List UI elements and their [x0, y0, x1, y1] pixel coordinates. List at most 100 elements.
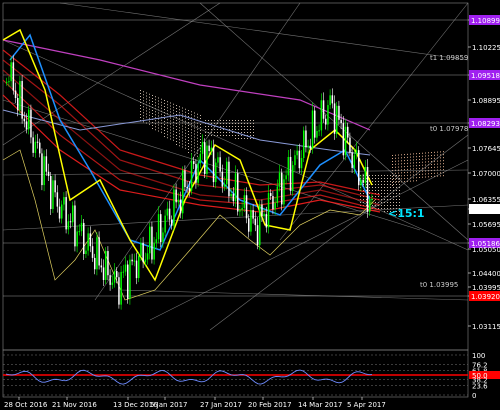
cloud-dot [194, 142, 195, 144]
candle-body [91, 246, 94, 258]
cloud-dot [176, 123, 177, 124]
cloud-dot [220, 129, 221, 130]
trendline [119, 289, 469, 301]
candle-body [327, 105, 329, 125]
candle-body [19, 81, 21, 111]
cloud-dot [413, 153, 414, 155]
cloud-dot [393, 175, 394, 176]
cloud-dot [164, 130, 165, 131]
candle-body [72, 205, 74, 223]
cloud-dot [170, 138, 171, 140]
cloud-dot [384, 184, 385, 185]
time-label: 28 Oct 2016 [4, 401, 48, 409]
cloud-dot [176, 135, 177, 136]
cloud-dot [146, 122, 147, 124]
cloud-dot [434, 154, 435, 156]
cloud-dot [205, 126, 206, 127]
cloud-dot [223, 132, 224, 133]
cloud-dot [413, 162, 414, 164]
cloud-dot [194, 112, 195, 114]
cloud-dot [173, 127, 174, 129]
cloud-dot [434, 172, 435, 174]
cloud-dot [185, 117, 186, 119]
cloud-dot [247, 138, 248, 139]
cloud-dot [396, 202, 397, 203]
candle-body [52, 180, 54, 210]
cloud-dot [375, 202, 376, 203]
cloud-dot [176, 141, 177, 142]
chart-window[interactable]: 1.10899 1.10225 1.09518 1.08895 1.08293 1.076… [0, 0, 500, 410]
cloud-dot [238, 126, 239, 127]
candle-body [197, 163, 199, 183]
cloud-dot [226, 126, 227, 127]
cloud-dot [398, 160, 399, 162]
cloud-dot [384, 208, 385, 209]
cloud-dot [401, 175, 402, 177]
cloud-dot [431, 155, 432, 157]
cloud-dot [167, 110, 168, 112]
candle-body [96, 237, 98, 270]
cloud-dot [443, 166, 444, 168]
cloud-dot [378, 193, 379, 194]
candle-body [252, 210, 254, 219]
cloud-dot [170, 129, 171, 131]
cloud-dot [428, 158, 429, 160]
candle-body [34, 141, 37, 153]
cloud-dot [425, 152, 426, 154]
time-label: 5 Jan 2017 [150, 401, 188, 409]
cloud-dot [143, 112, 144, 114]
cloud-dot [232, 129, 233, 130]
cloud-dot [378, 181, 379, 182]
cloud-dot [253, 126, 254, 127]
cloud-dot [398, 175, 399, 177]
cloud-dot [152, 104, 153, 105]
cloud-dot [176, 144, 177, 145]
cloud-dot [360, 193, 361, 194]
cloud-dot [161, 131, 162, 133]
cloud-dot [253, 129, 254, 130]
candle-body [45, 156, 48, 172]
cloud-dot [381, 190, 382, 191]
cloud-dot [167, 137, 168, 139]
cloud-dot [220, 120, 221, 121]
candle-body [353, 155, 356, 168]
candle-body [140, 242, 142, 256]
cloud-dot [188, 131, 189, 132]
candle-body [215, 162, 217, 183]
candle-body [129, 259, 131, 299]
cloud-dot [197, 143, 198, 145]
cloud-dot [241, 138, 242, 139]
cloud-dot [197, 140, 198, 142]
time-label: 27 Jan 2017 [200, 401, 242, 409]
cloud-dot [197, 131, 198, 133]
candle-body [333, 103, 336, 134]
candle-body [362, 179, 364, 183]
cloud-dot [387, 181, 388, 182]
cloud-dot [182, 107, 183, 109]
candle-body [94, 257, 96, 270]
cloud-dot [158, 112, 159, 114]
cloud-dot [437, 151, 438, 153]
cloud-dot [176, 117, 177, 118]
cloud-dot [372, 175, 373, 176]
cloud-dot [419, 158, 420, 160]
cloud-dot [173, 130, 174, 132]
cloud-dot [378, 196, 379, 197]
cloud-dot [146, 113, 147, 115]
candle-body [36, 141, 39, 143]
cloud-dot [185, 144, 186, 146]
candle-body [151, 226, 153, 260]
price-chart-svg[interactable]: 1.10899 1.10225 1.09518 1.08895 1.08293 1.076… [0, 0, 500, 410]
cloud-dot [200, 142, 201, 143]
cloud-dot [247, 126, 248, 127]
cloud-dot [188, 146, 189, 147]
cloud-dot [170, 102, 171, 104]
cloud-dot [176, 126, 177, 127]
cloud-dot [205, 135, 206, 136]
candle-body [118, 277, 120, 305]
cloud-dot [253, 120, 254, 121]
cloud-dot [396, 178, 397, 179]
candle-body [256, 225, 259, 246]
cloud-dot [244, 132, 245, 133]
cloud-dot [381, 181, 382, 182]
